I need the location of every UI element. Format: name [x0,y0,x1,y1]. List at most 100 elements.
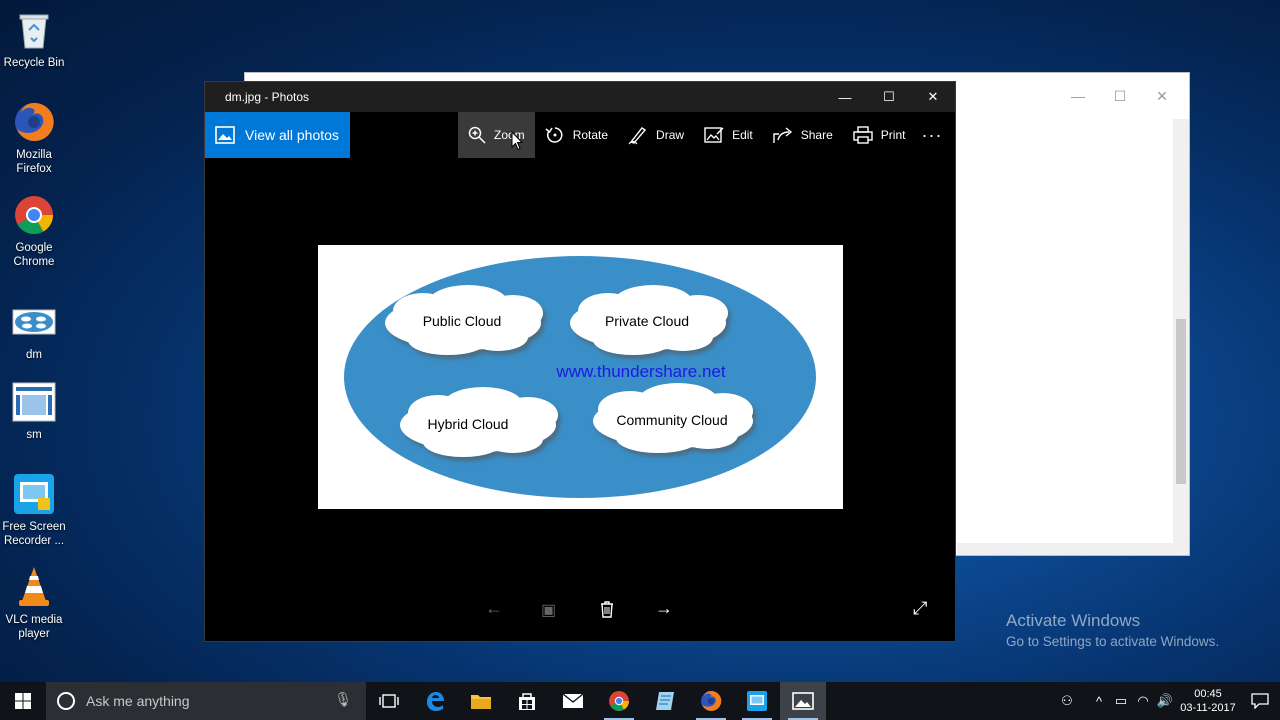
desktop-icon-label: Mozilla Firefox [16,149,52,175]
edge-icon [427,692,444,711]
window-title: dm.jpg - Photos [225,90,310,104]
edit-icon [704,127,724,143]
action-center-button[interactable] [1240,693,1280,709]
desktop-icon-label: sm [26,429,42,441]
maximize-icon[interactable]: ☐ [1099,88,1141,105]
desktop-icon-firefox[interactable]: Mozilla Firefox [2,100,66,176]
view-all-photos-button[interactable]: View all photos [205,112,350,158]
taskbar-file-explorer[interactable] [458,682,504,720]
share-icon [773,127,792,143]
taskbar-mail[interactable] [550,682,596,720]
task-view-button[interactable] [366,682,412,720]
zoom-button[interactable]: Zoom [458,112,535,158]
rotate-icon [545,127,563,143]
draw-label: Draw [656,128,685,142]
clock-date: 03-11-2017 [1180,702,1236,714]
taskbar-store[interactable] [504,682,550,720]
minimize-icon[interactable]: — [823,82,867,112]
vertical-scrollbar[interactable] [1173,119,1189,545]
close-icon[interactable]: ✕ [911,82,955,112]
chrome-icon [609,691,629,711]
document-file-icon [12,380,56,424]
rotate-button[interactable]: Rotate [535,112,618,158]
taskbar: Ask me anything 🎙 ⚇ ^ ▭ ◠ 🔊 00:45 03-11-… [0,682,1280,720]
close-icon[interactable]: ✕ [1141,88,1183,105]
folder-icon [471,695,491,709]
system-tray: ⚇ ^ ▭ ◠ 🔊 00:45 03-11-2017 [1056,682,1280,720]
cloud-label-private: Private Cloud [605,313,689,329]
mail-icon [562,693,584,708]
maximize-icon[interactable]: ☐ [867,82,911,112]
desktop-icon-recycle-bin[interactable]: Recycle Bin [2,8,66,70]
task-view-icon [379,694,399,708]
show-hidden-icons-chevron-icon[interactable]: ^ [1088,694,1110,709]
screen-recorder-icon [747,691,767,711]
delete-trash-icon[interactable] [599,600,615,623]
activate-windows-watermark: Activate Windows Go to Settings to activ… [1006,611,1219,649]
slideshow-icon[interactable]: ▣ [541,600,556,620]
notes-app-icon [656,692,674,710]
clock-time: 00:45 [1194,688,1222,700]
minimize-icon[interactable]: — [1057,88,1099,104]
microphone-icon[interactable]: 🎙 [334,691,352,708]
photos-icon [792,692,814,710]
full-screen-icon[interactable]: ⤢ [913,598,927,619]
scrollbar-thumb[interactable] [1176,319,1186,484]
taskbar-edge[interactable] [412,682,458,720]
taskbar-notes-app[interactable] [642,682,688,720]
desktop-icon-label: VLC media player [5,614,63,640]
desktop-icon-sm[interactable]: sm [2,380,66,442]
desktop-icon-free-screen-recorder[interactable]: Free Screen Recorder ... [2,472,66,548]
store-icon [519,693,535,710]
print-label: Print [880,128,906,142]
desktop-icon-label: Google Chrome [13,242,55,268]
wifi-icon[interactable]: ◠ [1132,693,1154,709]
desktop-icon-dm[interactable]: dm [2,300,66,362]
firefox-icon [701,691,722,711]
mouse-cursor-icon [511,131,523,151]
clock[interactable]: 00:45 03-11-2017 [1176,687,1240,715]
battery-icon[interactable]: ▭ [1110,693,1132,709]
draw-button[interactable]: Draw [618,112,694,158]
desktop-icon-label: Free Screen Recorder ... [2,521,66,547]
more-options-button[interactable]: ··· [917,112,947,158]
recycle-bin-icon [12,8,56,52]
chrome-icon [12,193,56,237]
edit-button[interactable]: Edit [694,112,763,158]
desktop-icon-chrome[interactable]: Google Chrome [2,193,66,269]
view-all-photos-label: View all photos [245,127,339,143]
print-button[interactable]: Print [843,112,916,158]
taskbar-firefox[interactable] [688,682,734,720]
taskbar-chrome[interactable] [596,682,642,720]
photos-toolbar: View all photos Zoom Rotate Draw Edit Sh… [205,112,955,158]
screen-recorder-icon [12,472,56,516]
share-label: Share [800,128,833,142]
photos-window: dm.jpg - Photos — ☐ ✕ View all photos Zo… [204,81,956,642]
desktop-icon-vlc[interactable]: VLC media player [2,565,66,641]
print-icon [853,126,873,144]
share-button[interactable]: Share [763,112,843,158]
previous-arrow-icon[interactable]: ← [485,598,503,619]
cloud-label-public: Public Cloud [423,313,502,329]
displayed-image[interactable]: Public Cloud Private Cloud Hybrid Cloud … [318,245,843,509]
horizontal-scrollbar[interactable] [957,543,1189,555]
desktop-icon-label: dm [26,349,42,361]
activate-windows-title: Activate Windows [1006,611,1141,630]
edit-label: Edit [732,128,753,142]
zoom-icon [468,126,486,144]
next-arrow-icon[interactable]: → [655,598,673,619]
volume-icon[interactable]: 🔊 [1154,693,1176,709]
start-button[interactable] [0,682,46,720]
windows-logo-icon [15,693,31,709]
vlc-cone-icon [12,565,56,609]
more-icon: ··· [921,124,943,145]
taskbar-screen-recorder[interactable] [734,682,780,720]
cortana-search-box[interactable]: Ask me anything 🎙 [46,682,366,720]
photos-icon [215,126,235,144]
draw-icon [628,127,647,145]
cloud-label-hybrid: Hybrid Cloud [428,416,509,432]
url-watermark-text: www.thundershare.net [555,362,725,381]
taskbar-photos[interactable] [780,682,826,720]
toolbar-actions: Zoom Rotate Draw Edit Share Print [458,112,915,158]
people-icon[interactable]: ⚇ [1056,693,1078,709]
